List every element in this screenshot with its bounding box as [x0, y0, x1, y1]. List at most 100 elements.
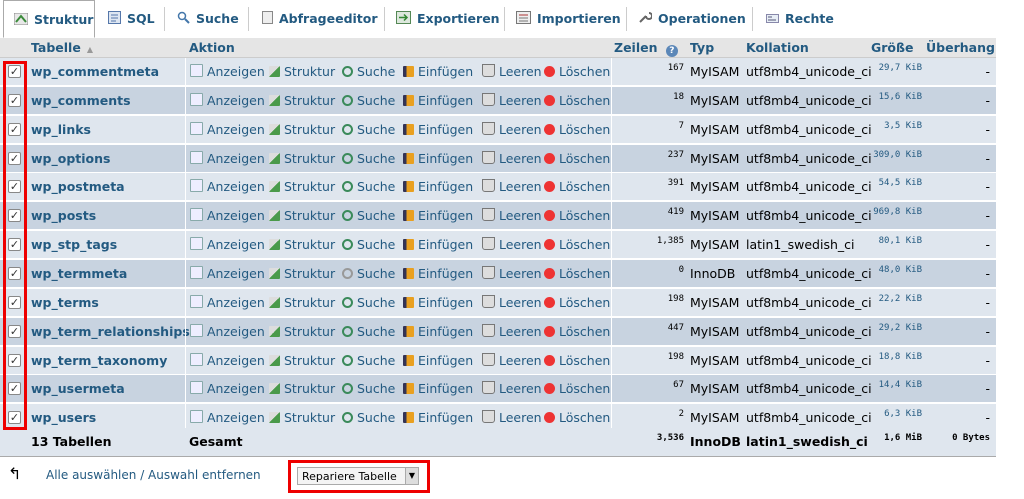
- action-leeren[interactable]: Leeren: [482, 318, 542, 346]
- action-suche[interactable]: Suche: [342, 318, 395, 346]
- table-name-link[interactable]: wp_postmeta: [31, 173, 125, 201]
- action-struktur[interactable]: Struktur: [269, 87, 335, 115]
- action-anzeigen[interactable]: Anzeigen: [190, 202, 265, 230]
- action-anzeigen[interactable]: Anzeigen: [190, 58, 265, 86]
- action-einfuegen[interactable]: Einfügen: [403, 231, 473, 259]
- tab-importieren[interactable]: Importieren: [516, 0, 621, 38]
- action-suche[interactable]: Suche: [342, 289, 395, 317]
- action-struktur[interactable]: Struktur: [269, 260, 335, 288]
- action-einfuegen[interactable]: Einfügen: [403, 173, 473, 201]
- table-size-link[interactable]: 969,8 KiB: [858, 198, 922, 226]
- action-struktur[interactable]: Struktur: [269, 58, 335, 86]
- table-size-link[interactable]: 54,5 KiB: [858, 169, 922, 197]
- select-all-link[interactable]: Alle auswählen / Auswahl entfernen: [46, 468, 261, 482]
- action-anzeigen[interactable]: Anzeigen: [190, 231, 265, 259]
- action-anzeigen[interactable]: Anzeigen: [190, 116, 265, 144]
- action-anzeigen[interactable]: Anzeigen: [190, 318, 265, 346]
- action-struktur[interactable]: Struktur: [269, 116, 335, 144]
- action-struktur[interactable]: Struktur: [269, 231, 335, 259]
- table-name-link[interactable]: wp_links: [31, 116, 91, 144]
- action-loeschen[interactable]: Löschen: [544, 347, 610, 375]
- table-name-link[interactable]: wp_stp_tags: [31, 231, 117, 259]
- table-size-link[interactable]: 29,2 KiB: [858, 314, 922, 342]
- action-leeren[interactable]: Leeren: [482, 173, 542, 201]
- table-size-link[interactable]: 18,8 KiB: [858, 343, 922, 371]
- column-header-typ[interactable]: Typ: [690, 40, 714, 55]
- table-size-link[interactable]: 22,2 KiB: [858, 285, 922, 313]
- table-size-link[interactable]: 15,6 KiB: [858, 83, 922, 111]
- action-anzeigen[interactable]: Anzeigen: [190, 87, 265, 115]
- action-einfuegen[interactable]: Einfügen: [403, 116, 473, 144]
- table-name-link[interactable]: wp_terms: [31, 289, 99, 317]
- table-size-link[interactable]: 29,7 KiB: [858, 54, 922, 82]
- action-einfuegen[interactable]: Einfügen: [403, 145, 473, 173]
- action-einfuegen[interactable]: Einfügen: [403, 375, 473, 403]
- column-header-kollation[interactable]: Kollation: [746, 40, 809, 55]
- table-size-link[interactable]: 80,1 KiB: [858, 227, 922, 255]
- table-size-link[interactable]: 3,5 KiB: [858, 112, 922, 140]
- action-leeren[interactable]: Leeren: [482, 87, 542, 115]
- action-suche[interactable]: Suche: [342, 202, 395, 230]
- action-suche[interactable]: Suche: [342, 58, 395, 86]
- action-struktur[interactable]: Struktur: [269, 347, 335, 375]
- action-anzeigen[interactable]: Anzeigen: [190, 289, 265, 317]
- action-leeren[interactable]: Leeren: [482, 202, 542, 230]
- action-suche[interactable]: Suche: [342, 145, 395, 173]
- action-struktur[interactable]: Struktur: [269, 318, 335, 346]
- action-suche[interactable]: Suche: [342, 87, 395, 115]
- action-anzeigen[interactable]: Anzeigen: [190, 173, 265, 201]
- tab-abfrageeditor[interactable]: Abfrageeditor: [262, 0, 378, 38]
- action-leeren[interactable]: Leeren: [482, 260, 542, 288]
- action-suche[interactable]: Suche: [342, 116, 395, 144]
- bulk-action-select[interactable]: Repariere Tabelle ▼: [297, 467, 419, 485]
- action-leeren[interactable]: Leeren: [482, 145, 542, 173]
- action-einfuegen[interactable]: Einfügen: [403, 87, 473, 115]
- action-suche[interactable]: Suche: [342, 375, 395, 403]
- action-loeschen[interactable]: Löschen: [544, 87, 610, 115]
- action-anzeigen[interactable]: Anzeigen: [190, 145, 265, 173]
- table-name-link[interactable]: wp_termmeta: [31, 260, 127, 288]
- column-header-ueberhang[interactable]: Überhang: [926, 40, 995, 55]
- action-loeschen[interactable]: Löschen: [544, 173, 610, 201]
- table-name-link[interactable]: wp_commentmeta: [31, 58, 159, 86]
- action-leeren[interactable]: Leeren: [482, 116, 542, 144]
- action-einfuegen[interactable]: Einfügen: [403, 318, 473, 346]
- table-size-link[interactable]: 48,0 KiB: [858, 256, 922, 284]
- action-einfuegen[interactable]: Einfügen: [403, 202, 473, 230]
- action-loeschen[interactable]: Löschen: [544, 116, 610, 144]
- tab-rechte[interactable]: Rechte: [766, 0, 834, 38]
- action-einfuegen[interactable]: Einfügen: [403, 289, 473, 317]
- action-leeren[interactable]: Leeren: [482, 58, 542, 86]
- table-name-link[interactable]: wp_usermeta: [31, 375, 125, 403]
- action-anzeigen[interactable]: Anzeigen: [190, 347, 265, 375]
- action-anzeigen[interactable]: Anzeigen: [190, 260, 265, 288]
- action-loeschen[interactable]: Löschen: [544, 231, 610, 259]
- action-loeschen[interactable]: Löschen: [544, 289, 610, 317]
- action-struktur[interactable]: Struktur: [269, 145, 335, 173]
- action-leeren[interactable]: Leeren: [482, 347, 542, 375]
- table-name-link[interactable]: wp_term_taxonomy: [31, 347, 167, 375]
- action-leeren[interactable]: Leeren: [482, 231, 542, 259]
- table-name-link[interactable]: wp_posts: [31, 202, 96, 230]
- action-suche[interactable]: Suche: [342, 231, 395, 259]
- action-loeschen[interactable]: Löschen: [544, 375, 610, 403]
- action-loeschen[interactable]: Löschen: [544, 260, 610, 288]
- action-einfuegen[interactable]: Einfügen: [403, 58, 473, 86]
- action-struktur[interactable]: Struktur: [269, 289, 335, 317]
- action-struktur[interactable]: Struktur: [269, 202, 335, 230]
- table-size-link[interactable]: 14,4 KiB: [858, 371, 922, 399]
- action-einfuegen[interactable]: Einfügen: [403, 260, 473, 288]
- tab-suche[interactable]: Suche: [177, 0, 239, 38]
- action-einfuegen[interactable]: Einfügen: [403, 347, 473, 375]
- tab-operationen[interactable]: Operationen: [638, 0, 746, 38]
- action-loeschen[interactable]: Löschen: [544, 145, 610, 173]
- table-size-link[interactable]: 309,0 KiB: [858, 141, 922, 169]
- action-suche[interactable]: Suche: [342, 347, 395, 375]
- action-leeren[interactable]: Leeren: [482, 289, 542, 317]
- tab-struktur[interactable]: Struktur: [3, 0, 95, 38]
- action-anzeigen[interactable]: Anzeigen: [190, 375, 265, 403]
- action-loeschen[interactable]: Löschen: [544, 202, 610, 230]
- action-struktur[interactable]: Struktur: [269, 375, 335, 403]
- table-name-link[interactable]: wp_term_relationships: [31, 318, 190, 346]
- action-suche[interactable]: Suche: [342, 260, 395, 288]
